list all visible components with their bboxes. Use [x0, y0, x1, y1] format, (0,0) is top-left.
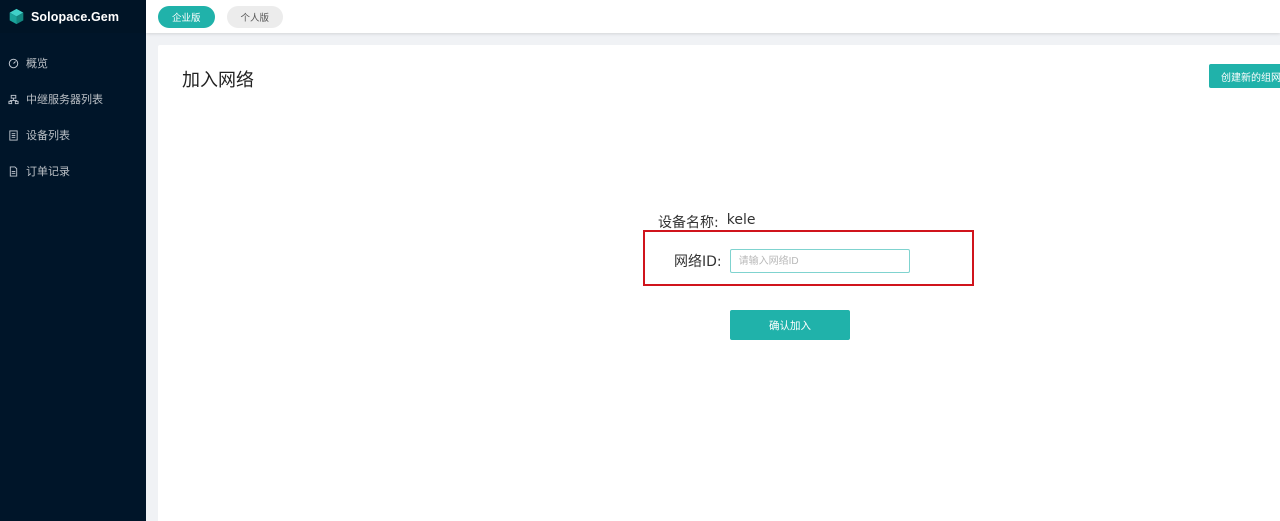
server-icon	[8, 94, 19, 105]
device-name-row: 设备名称: kele	[658, 212, 755, 232]
sidebar-item-devices[interactable]: 设备列表	[0, 117, 146, 153]
device-name-value: kele	[726, 212, 756, 228]
network-id-input[interactable]	[729, 249, 910, 273]
create-network-button[interactable]: 创建新的组网	[1209, 64, 1280, 88]
sidebar-item-label: 中继服务器列表	[26, 93, 103, 106]
page-title: 加入网络	[182, 70, 254, 91]
sidebar-item-label: 概览	[26, 57, 48, 70]
dashboard-icon	[8, 58, 19, 69]
network-id-label: 网络ID:	[674, 254, 722, 270]
confirm-join-button[interactable]: 确认加入	[730, 310, 850, 340]
sidebar-item-orders[interactable]: 订单记录	[0, 153, 146, 189]
document-icon	[8, 165, 19, 177]
cube-icon	[9, 8, 24, 25]
sidebar-menu: 概览 中继服务器列表 设备列表 订单记录	[0, 45, 146, 189]
top-bar: 企业版 个人版	[146, 0, 1280, 33]
sidebar-item-label: 设备列表	[26, 129, 70, 142]
sidebar-item-overview[interactable]: 概览	[0, 45, 146, 81]
device-name-label: 设备名称:	[658, 215, 719, 231]
network-id-row: 网络ID:	[674, 249, 910, 273]
logo-text: Solopace.Gem	[31, 9, 120, 24]
main-card: 加入网络 创建新的组网 设备名称: kele 网络ID: 确认加入	[158, 45, 1280, 521]
sidebar-item-label: 订单记录	[26, 165, 70, 178]
tab-enterprise[interactable]: 企业版	[158, 5, 215, 28]
tab-personal[interactable]: 个人版	[226, 5, 284, 28]
logo[interactable]: Solopace.Gem	[0, 0, 146, 33]
sidebar: Solopace.Gem 概览 中继服务器列表 设备列表 订单记录	[0, 0, 146, 521]
sidebar-item-relay-servers[interactable]: 中继服务器列表	[0, 81, 146, 117]
device-list-icon	[8, 129, 19, 141]
